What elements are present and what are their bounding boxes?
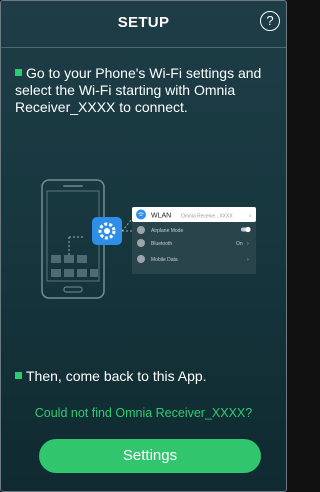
mobile-data-label: Mobile Data xyxy=(151,257,178,263)
header-bar: SETUP ? xyxy=(1,1,286,48)
instruction-step-2-text: Then, come back to this App. xyxy=(26,368,207,384)
phone-settings-illustration: WLAN Omnia Receive...XXXX › Airplane Mod… xyxy=(1,177,286,307)
settings-button[interactable]: Settings xyxy=(39,439,261,473)
setup-screen: SETUP ? Go to your Phone's Wi-Fi setting… xyxy=(0,0,287,492)
cannot-find-receiver-link[interactable]: Could not find Omnia Receiver_XXXX? xyxy=(1,406,286,420)
instruction-step-2: Then, come back to this App. xyxy=(15,368,276,385)
wlan-label: WLAN xyxy=(151,213,171,220)
airplane-label: Airplane Mode xyxy=(151,228,183,234)
page-title: SETUP xyxy=(117,14,170,31)
wlan-value: Omnia Receive...XXXX xyxy=(181,214,233,220)
gear-icon xyxy=(92,217,133,245)
bullet-icon xyxy=(15,69,22,76)
svg-text:›: › xyxy=(249,214,251,220)
instruction-step-1: Go to your Phone's Wi-Fi settings and se… xyxy=(15,65,276,116)
bluetooth-value: On xyxy=(236,241,243,247)
illustration-graphic: WLAN Omnia Receive...XXXX › Airplane Mod… xyxy=(41,179,256,299)
settings-list-panel: WLAN Omnia Receive...XXXX › Airplane Mod… xyxy=(132,207,256,274)
bluetooth-label: Bluetooth xyxy=(151,241,172,247)
help-button[interactable]: ? xyxy=(260,11,280,31)
bullet-icon xyxy=(15,372,22,379)
instruction-step-1-text: Go to your Phone's Wi-Fi settings and se… xyxy=(15,65,262,115)
